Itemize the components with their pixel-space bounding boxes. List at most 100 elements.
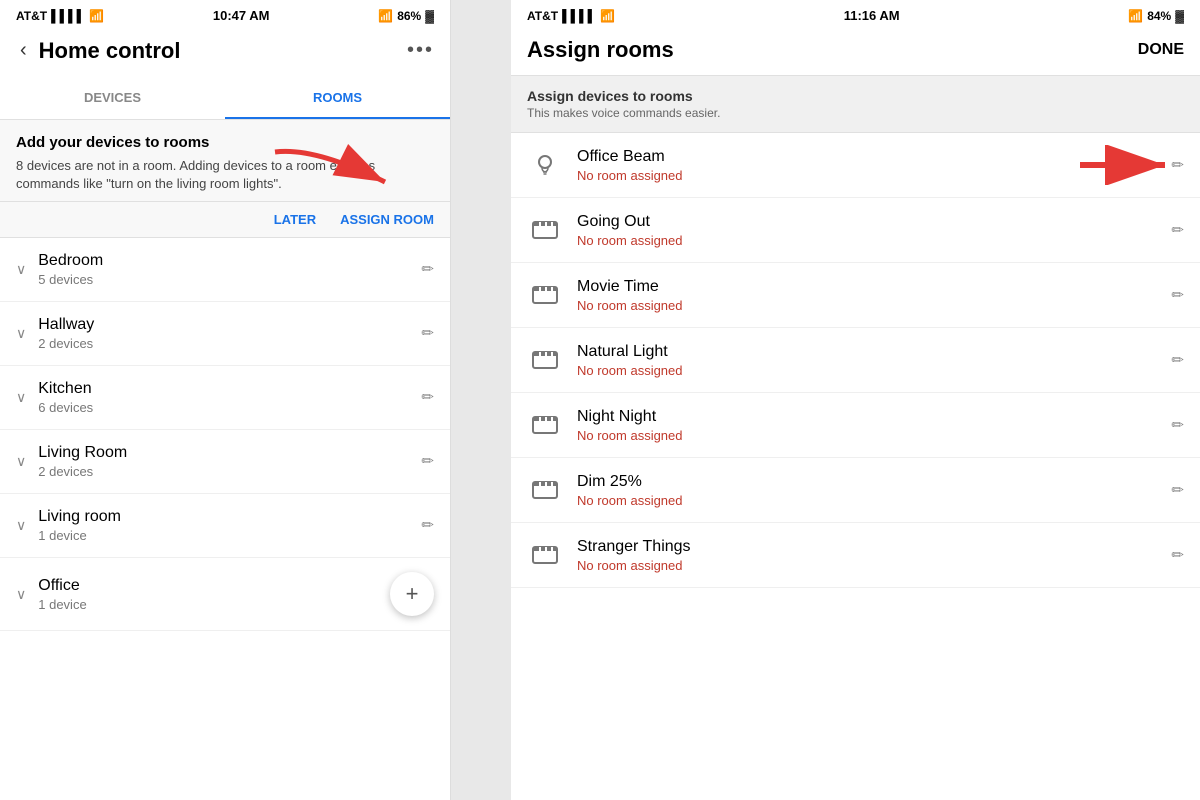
time-right: 11:16 AM [844, 8, 900, 23]
header-right: Assign rooms DONE [511, 27, 1200, 76]
device-item-night-night[interactable]: Night Night No room assigned [511, 393, 1200, 458]
device-item-movie-time[interactable]: Movie Time No room assigned [511, 263, 1200, 328]
time-left: 10:47 AM [213, 8, 270, 23]
room-count-hallway: 2 devices [38, 336, 421, 351]
device-info-stranger-things: Stranger Things No room assigned [577, 538, 1171, 573]
status-bar-right: AT&T ▌▌▌▌ 📶 11:16 AM 📶 84% ▓ [511, 0, 1200, 27]
room-name-kitchen: Kitchen [38, 380, 421, 398]
room-item-living-room-lower[interactable]: ∨ Living room 1 device [0, 494, 450, 558]
bt-icon-left: 📶 [378, 9, 393, 23]
wifi-icon-left: 📶 [89, 9, 104, 23]
device-info-movie-time: Movie Time No room assigned [577, 278, 1171, 313]
edit-icon-kitchen[interactable] [421, 388, 434, 407]
device-info-dim-25: Dim 25% No room assigned [577, 473, 1171, 508]
device-name-dim-25: Dim 25% [577, 473, 1171, 491]
room-count-kitchen: 6 devices [38, 400, 421, 415]
battery-icon-right: ▓ [1175, 9, 1184, 23]
chevron-icon-kitchen: ∨ [16, 389, 26, 406]
battery-icon-left: ▓ [425, 9, 434, 23]
room-info-hallway: Hallway 2 devices [38, 316, 421, 351]
device-name-night-night: Night Night [577, 408, 1171, 426]
device-item-dim-25[interactable]: Dim 25% No room assigned [511, 458, 1200, 523]
back-button[interactable]: ‹ [16, 35, 31, 66]
done-button[interactable]: DONE [1138, 41, 1184, 59]
tab-devices[interactable]: DEVICES [0, 78, 225, 119]
room-name-bedroom: Bedroom [38, 252, 421, 270]
status-left-right: AT&T ▌▌▌▌ 📶 [527, 9, 615, 23]
edit-icon-living-room-lower[interactable] [421, 516, 434, 535]
scene-icon-natural-light [531, 348, 559, 372]
header-left: ‹ Home control ••• [0, 27, 450, 78]
scene-icon-stranger-things [531, 543, 559, 567]
edit-icon-bedroom[interactable] [421, 260, 434, 279]
device-status-stranger-things: No room assigned [577, 558, 1171, 573]
room-name-living-room: Living Room [38, 444, 421, 462]
chevron-icon-living-room-lower: ∨ [16, 517, 26, 534]
device-icon-dim-25 [527, 472, 563, 508]
room-item-bedroom[interactable]: ∨ Bedroom 5 devices [0, 238, 450, 302]
chevron-icon-hallway: ∨ [16, 325, 26, 342]
device-item-stranger-things[interactable]: Stranger Things No room assigned [511, 523, 1200, 588]
wifi-icon-right: 📶 [600, 9, 615, 23]
device-icon-night-night [527, 407, 563, 443]
scene-icon-going-out [531, 218, 559, 242]
chevron-icon-bedroom: ∨ [16, 261, 26, 278]
page-title-left: Home control [31, 38, 407, 64]
room-count-living-room: 2 devices [38, 464, 421, 479]
device-item-natural-light[interactable]: Natural Light No room assigned [511, 328, 1200, 393]
status-bar-left: AT&T ▌▌▌▌ 📶 10:47 AM 📶 86% ▓ [0, 0, 450, 27]
right-panel: AT&T ▌▌▌▌ 📶 11:16 AM 📶 84% ▓ Assign room… [511, 0, 1200, 800]
battery-pct-right: 84% [1147, 9, 1171, 23]
room-name-office: Office [38, 577, 382, 595]
device-icon-going-out [527, 212, 563, 248]
room-item-hallway[interactable]: ∨ Hallway 2 devices [0, 302, 450, 366]
device-icon-natural-light [527, 342, 563, 378]
device-name-natural-light: Natural Light [577, 343, 1171, 361]
more-button[interactable]: ••• [407, 39, 434, 62]
carrier-left: AT&T [16, 9, 47, 23]
rooms-list: ∨ Bedroom 5 devices ∨ Hallway 2 devices … [0, 238, 450, 800]
room-item-kitchen[interactable]: ∨ Kitchen 6 devices [0, 366, 450, 430]
scene-icon-night-night [531, 413, 559, 437]
room-item-office[interactable]: ∨ Office 1 device + [0, 558, 450, 631]
banner-actions: LATER ASSIGN ROOM [0, 202, 450, 238]
room-count-bedroom: 5 devices [38, 272, 421, 287]
edit-icon-natural-light[interactable] [1171, 351, 1184, 370]
device-icon-stranger-things [527, 537, 563, 573]
add-room-button[interactable]: + [390, 572, 434, 616]
device-name-movie-time: Movie Time [577, 278, 1171, 296]
edit-icon-night-night[interactable] [1171, 416, 1184, 435]
room-name-living-room-lower: Living room [38, 508, 421, 526]
chevron-icon-office: ∨ [16, 586, 26, 603]
red-arrow-left [255, 137, 415, 217]
device-item-office-beam[interactable]: Office Beam No room assigned [511, 133, 1200, 198]
signal-icon-right: ▌▌▌▌ [562, 9, 596, 23]
tab-rooms[interactable]: ROOMS [225, 78, 450, 119]
room-info-office: Office 1 device [38, 577, 382, 612]
device-status-movie-time: No room assigned [577, 298, 1171, 313]
signal-icon-left: ▌▌▌▌ [51, 9, 85, 23]
chevron-icon-living-room: ∨ [16, 453, 26, 470]
assign-rooms-title: Assign rooms [527, 37, 674, 63]
assign-subtitle-bar: Assign devices to rooms This makes voice… [511, 76, 1200, 133]
room-item-living-room[interactable]: ∨ Living Room 2 devices [0, 430, 450, 494]
tabs: DEVICES ROOMS [0, 78, 450, 120]
edit-icon-movie-time[interactable] [1171, 286, 1184, 305]
middle-gap [451, 0, 511, 800]
edit-icon-going-out[interactable] [1171, 221, 1184, 240]
add-icon: + [406, 581, 419, 607]
device-name-stranger-things: Stranger Things [577, 538, 1171, 556]
battery-pct-left: 86% [397, 9, 421, 23]
room-info-living-room-lower: Living room 1 device [38, 508, 421, 543]
device-item-going-out[interactable]: Going Out No room assigned [511, 198, 1200, 263]
edit-icon-dim-25[interactable] [1171, 481, 1184, 500]
status-right-right: 📶 84% ▓ [1128, 9, 1184, 23]
edit-icon-hallway[interactable] [421, 324, 434, 343]
edit-icon-living-room[interactable] [421, 452, 434, 471]
room-count-living-room-lower: 1 device [38, 528, 421, 543]
device-icon-office-beam [527, 147, 563, 183]
bulb-icon [532, 152, 558, 178]
red-arrow-right [1070, 145, 1190, 185]
edit-icon-stranger-things[interactable] [1171, 546, 1184, 565]
device-info-natural-light: Natural Light No room assigned [577, 343, 1171, 378]
